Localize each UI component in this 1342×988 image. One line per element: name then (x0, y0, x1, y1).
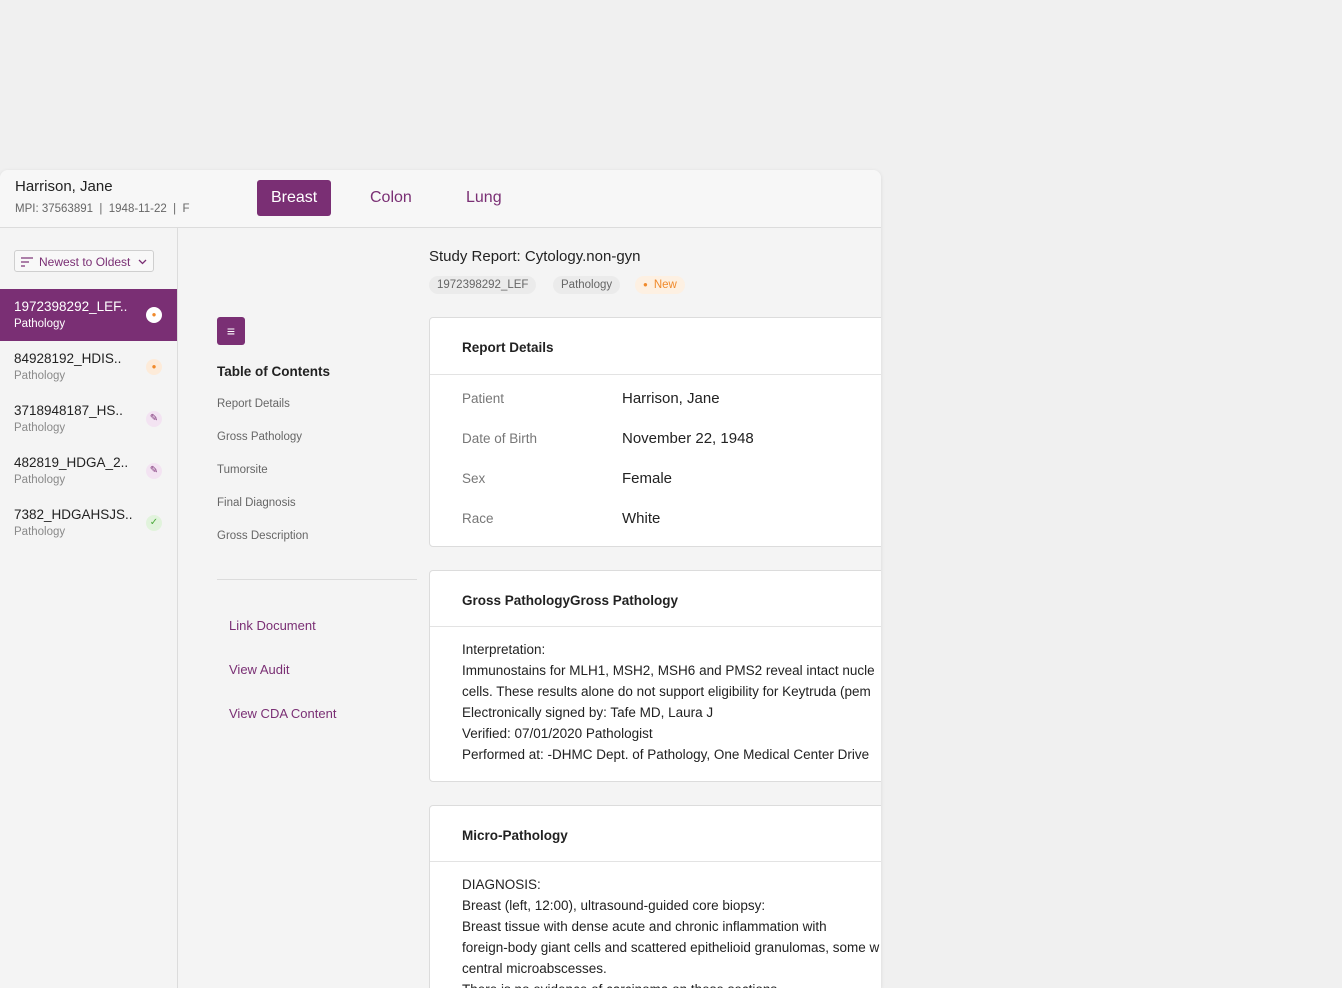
text-line: DIAGNOSIS: (462, 877, 541, 892)
text-line: Breast tissue with dense acute and chron… (462, 919, 827, 934)
new-status-icon: ● (146, 359, 162, 375)
patient-value: Harrison, Jane (622, 390, 720, 407)
document-item[interactable]: 3718948187_HS.. Pathology ✎ (0, 393, 177, 445)
text-line: foreign-body giant cells and scattered e… (462, 940, 880, 955)
document-type: Pathology (14, 370, 66, 382)
micro-pathology-text: DIAGNOSIS: Breast (left, 12:00), ultraso… (462, 874, 881, 988)
text-line: cells. These results alone do not suppor… (462, 684, 871, 699)
document-type: Pathology (14, 318, 66, 330)
text-line: Electronically signed by: Tafe MD, Laura… (462, 705, 714, 720)
document-title: 1972398292_LEF.. (14, 299, 128, 314)
patient-name: Harrison, Jane (15, 178, 113, 195)
sex-value: Female (622, 470, 673, 487)
toc-item-final-diagnosis[interactable]: Final Diagnosis (217, 497, 296, 509)
document-title: 84928192_HDIS.. (14, 351, 122, 366)
text-line: central microabscesses. (462, 961, 607, 976)
text-line: Performed at: -DHMC Dept. of Pathology, … (462, 747, 870, 762)
checkmark-icon: ✓ (146, 515, 162, 531)
sex-label: Sex (462, 471, 486, 486)
link-document-link[interactable]: Link Document (229, 618, 316, 633)
text-line: Immunostains for MLH1, MSH2, MSH6 and PM… (462, 663, 875, 678)
report-details-card: Report Details Patient Harrison, Jane Da… (429, 317, 881, 547)
dob-value: November 22, 1948 (622, 430, 754, 447)
toc-divider (217, 579, 417, 580)
toc-item-gross-pathology[interactable]: Gross Pathology (217, 431, 302, 443)
race-value: White (622, 510, 661, 527)
tab-colon[interactable]: Colon (356, 180, 426, 216)
toc-menu-button[interactable]: ≡ (217, 317, 245, 345)
document-type: Pathology (14, 526, 66, 538)
document-sidebar: Newest to Oldest 1972398292_LEF.. Pathol… (0, 228, 178, 988)
patient-header: Harrison, Jane MPI: 37563891 | 1948-11-2… (0, 170, 881, 228)
study-report-title: Study Report: Cytology.non-gyn (429, 248, 641, 265)
document-item[interactable]: 482819_HDGA_2.. Pathology ✎ (0, 445, 177, 497)
new-dot-icon: ● (643, 280, 648, 289)
tab-lung[interactable]: Lung (452, 180, 516, 216)
toc-item-tumorsite[interactable]: Tumorsite (217, 464, 268, 476)
tab-breast[interactable]: Breast (257, 180, 332, 216)
document-item[interactable]: 84928192_HDIS.. Pathology ● (0, 341, 177, 393)
patient-label: Patient (462, 391, 505, 406)
sort-label: Newest to Oldest (39, 255, 131, 269)
toc-item-gross-description[interactable]: Gross Description (217, 530, 308, 542)
status-badge: ● New (635, 276, 685, 294)
card-divider (430, 374, 881, 375)
gross-pathology-card: Gross PathologyGross Pathology Interpret… (429, 570, 881, 782)
view-audit-link[interactable]: View Audit (229, 662, 289, 677)
card-heading: Micro-Pathology (462, 828, 568, 843)
view-cda-content-link[interactable]: View CDA Content (229, 706, 336, 721)
document-title: 3718948187_HS.. (14, 403, 123, 418)
report-type-chip: Pathology (553, 276, 621, 294)
sort-lines-icon (21, 251, 33, 280)
toc-item-report-details[interactable]: Report Details (217, 398, 290, 410)
document-type: Pathology (14, 422, 66, 434)
chevron-down-icon (138, 251, 147, 280)
document-title: 482819_HDGA_2.. (14, 455, 129, 470)
micro-pathology-card: Micro-Pathology DIAGNOSIS: Breast (left,… (429, 805, 881, 988)
card-divider (430, 861, 881, 862)
text-line: Verified: 07/01/2020 Pathologist (462, 726, 653, 741)
gross-pathology-text: Interpretation: Immunostains for MLH1, M… (462, 639, 881, 765)
toc-title: Table of Contents (217, 364, 330, 379)
document-type: Pathology (14, 474, 66, 486)
status-label: New (653, 279, 677, 291)
race-label: Race (462, 511, 494, 526)
patient-meta: MPI: 37563891 | 1948-11-22 | F (15, 203, 190, 215)
app-window: Harrison, Jane MPI: 37563891 | 1948-11-2… (0, 170, 881, 988)
new-status-icon: ● (146, 307, 162, 323)
document-item[interactable]: 1972398292_LEF.. Pathology ● (0, 289, 177, 341)
dob-label: Date of Birth (462, 431, 538, 446)
edit-pencil-icon: ✎ (146, 411, 162, 427)
sort-dropdown[interactable]: Newest to Oldest (14, 250, 154, 272)
text-line: Breast (left, 12:00), ultrasound-guided … (462, 898, 766, 913)
card-heading: Report Details (462, 340, 554, 355)
card-heading: Gross PathologyGross Pathology (462, 593, 679, 608)
card-divider (430, 626, 881, 627)
text-line: Interpretation: (462, 642, 546, 657)
hamburger-icon: ≡ (226, 323, 236, 339)
document-item[interactable]: 7382_HDGAHSJS.. Pathology ✓ (0, 497, 177, 549)
document-title: 7382_HDGAHSJS.. (14, 507, 133, 522)
report-id-chip: 1972398292_LEF (429, 276, 537, 294)
text-line: There is no evidence of carcinoma on the… (462, 979, 881, 988)
edit-pencil-icon: ✎ (146, 463, 162, 479)
